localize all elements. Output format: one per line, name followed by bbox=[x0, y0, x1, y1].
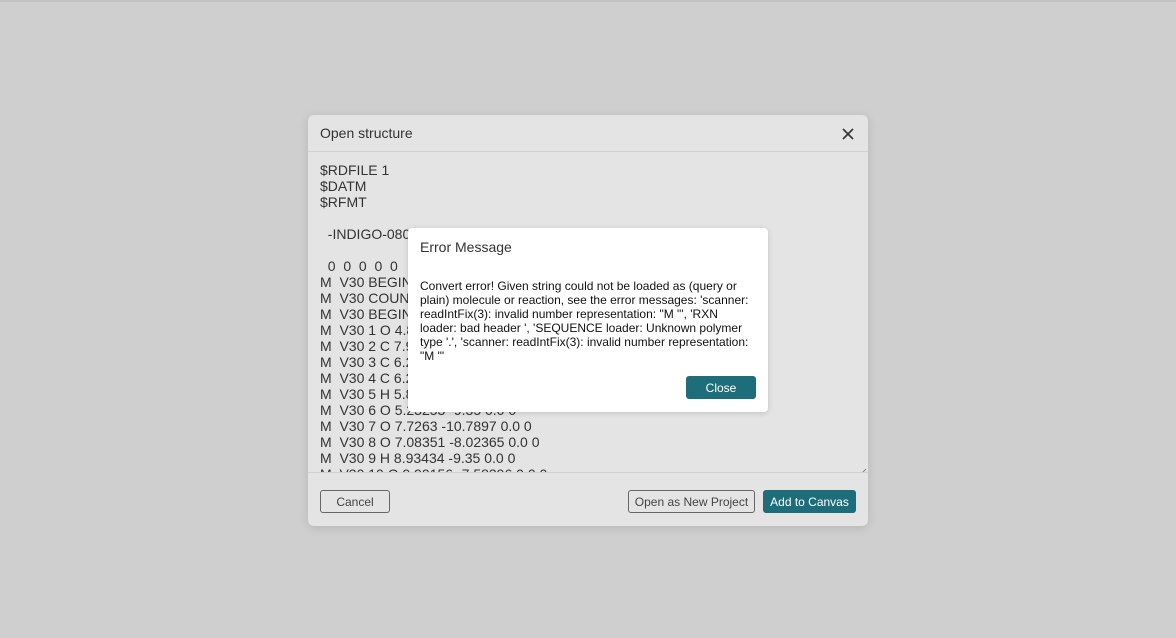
error-text: Convert error! Given string could not be… bbox=[420, 279, 749, 363]
error-title: Error Message bbox=[420, 239, 512, 255]
error-message-modal: Error Message Convert error! Given strin… bbox=[408, 228, 768, 412]
dialog-header: Open structure bbox=[308, 115, 868, 152]
top-border bbox=[0, 0, 1176, 2]
resize-handle-icon[interactable] bbox=[859, 463, 867, 472]
open-as-new-project-button[interactable]: Open as New Project bbox=[628, 490, 755, 513]
dialog-title: Open structure bbox=[320, 125, 413, 141]
cancel-button[interactable]: Cancel bbox=[320, 490, 390, 513]
error-close-button[interactable]: Close bbox=[686, 376, 756, 399]
close-icon[interactable] bbox=[838, 124, 858, 144]
add-to-canvas-button[interactable]: Add to Canvas bbox=[763, 490, 856, 513]
